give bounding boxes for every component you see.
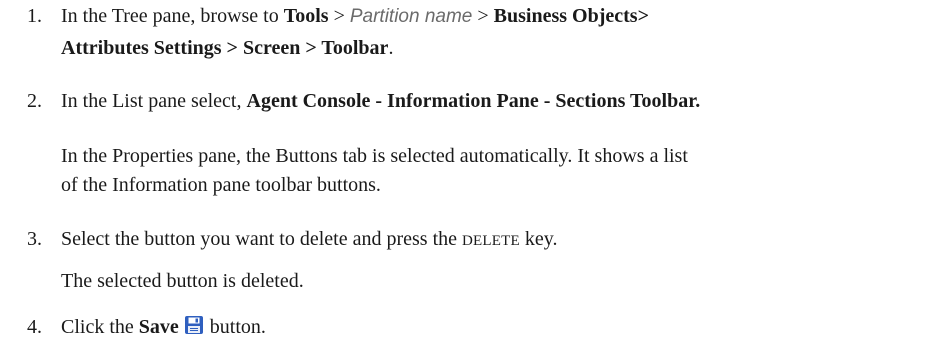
step-text: Click the — [61, 316, 134, 338]
path-business-objects: Business Objects> — [493, 5, 649, 27]
step-1-continuation: Attributes Settings > Screen > Toolbar. — [61, 37, 394, 59]
list-item-name: Agent Console - Information Pane - Secti… — [246, 90, 701, 112]
save-label: Save — [138, 316, 179, 338]
step-text: In the Tree pane, browse to — [61, 5, 279, 27]
step-number: 1. — [27, 5, 42, 27]
path-attributes-settings: Attributes Settings > Screen > Toolbar — [61, 37, 389, 59]
step-1: 1. In the Tree pane, browse to Tools > Pa… — [27, 2, 649, 31]
step-text: Select the button you want to delete and… — [61, 228, 458, 250]
step-2-note-line-1: In the Properties pane, the Buttons tab … — [61, 145, 688, 167]
step-4: 4. Click the Save button. — [27, 313, 266, 341]
step-3-note: The selected button is deleted. — [61, 270, 304, 292]
path-partition-name: Partition name — [349, 6, 473, 27]
step-number: 2. — [27, 90, 42, 112]
step-2: 2. In the List pane select, Agent Console… — [27, 87, 700, 115]
delete-key-label: DELETE — [462, 233, 520, 249]
step-text: In the List pane select, — [61, 90, 242, 112]
path-tools: Tools — [283, 5, 329, 27]
step-number: 3. — [27, 228, 42, 250]
step-3: 3. Select the button you want to delete a… — [27, 225, 557, 255]
save-icon — [184, 315, 204, 335]
step-number: 4. — [27, 316, 42, 338]
step-2-note-line-2: of the Information pane toolbar buttons. — [61, 174, 381, 196]
path-separator: > — [472, 5, 494, 27]
path-separator: > — [328, 5, 350, 27]
